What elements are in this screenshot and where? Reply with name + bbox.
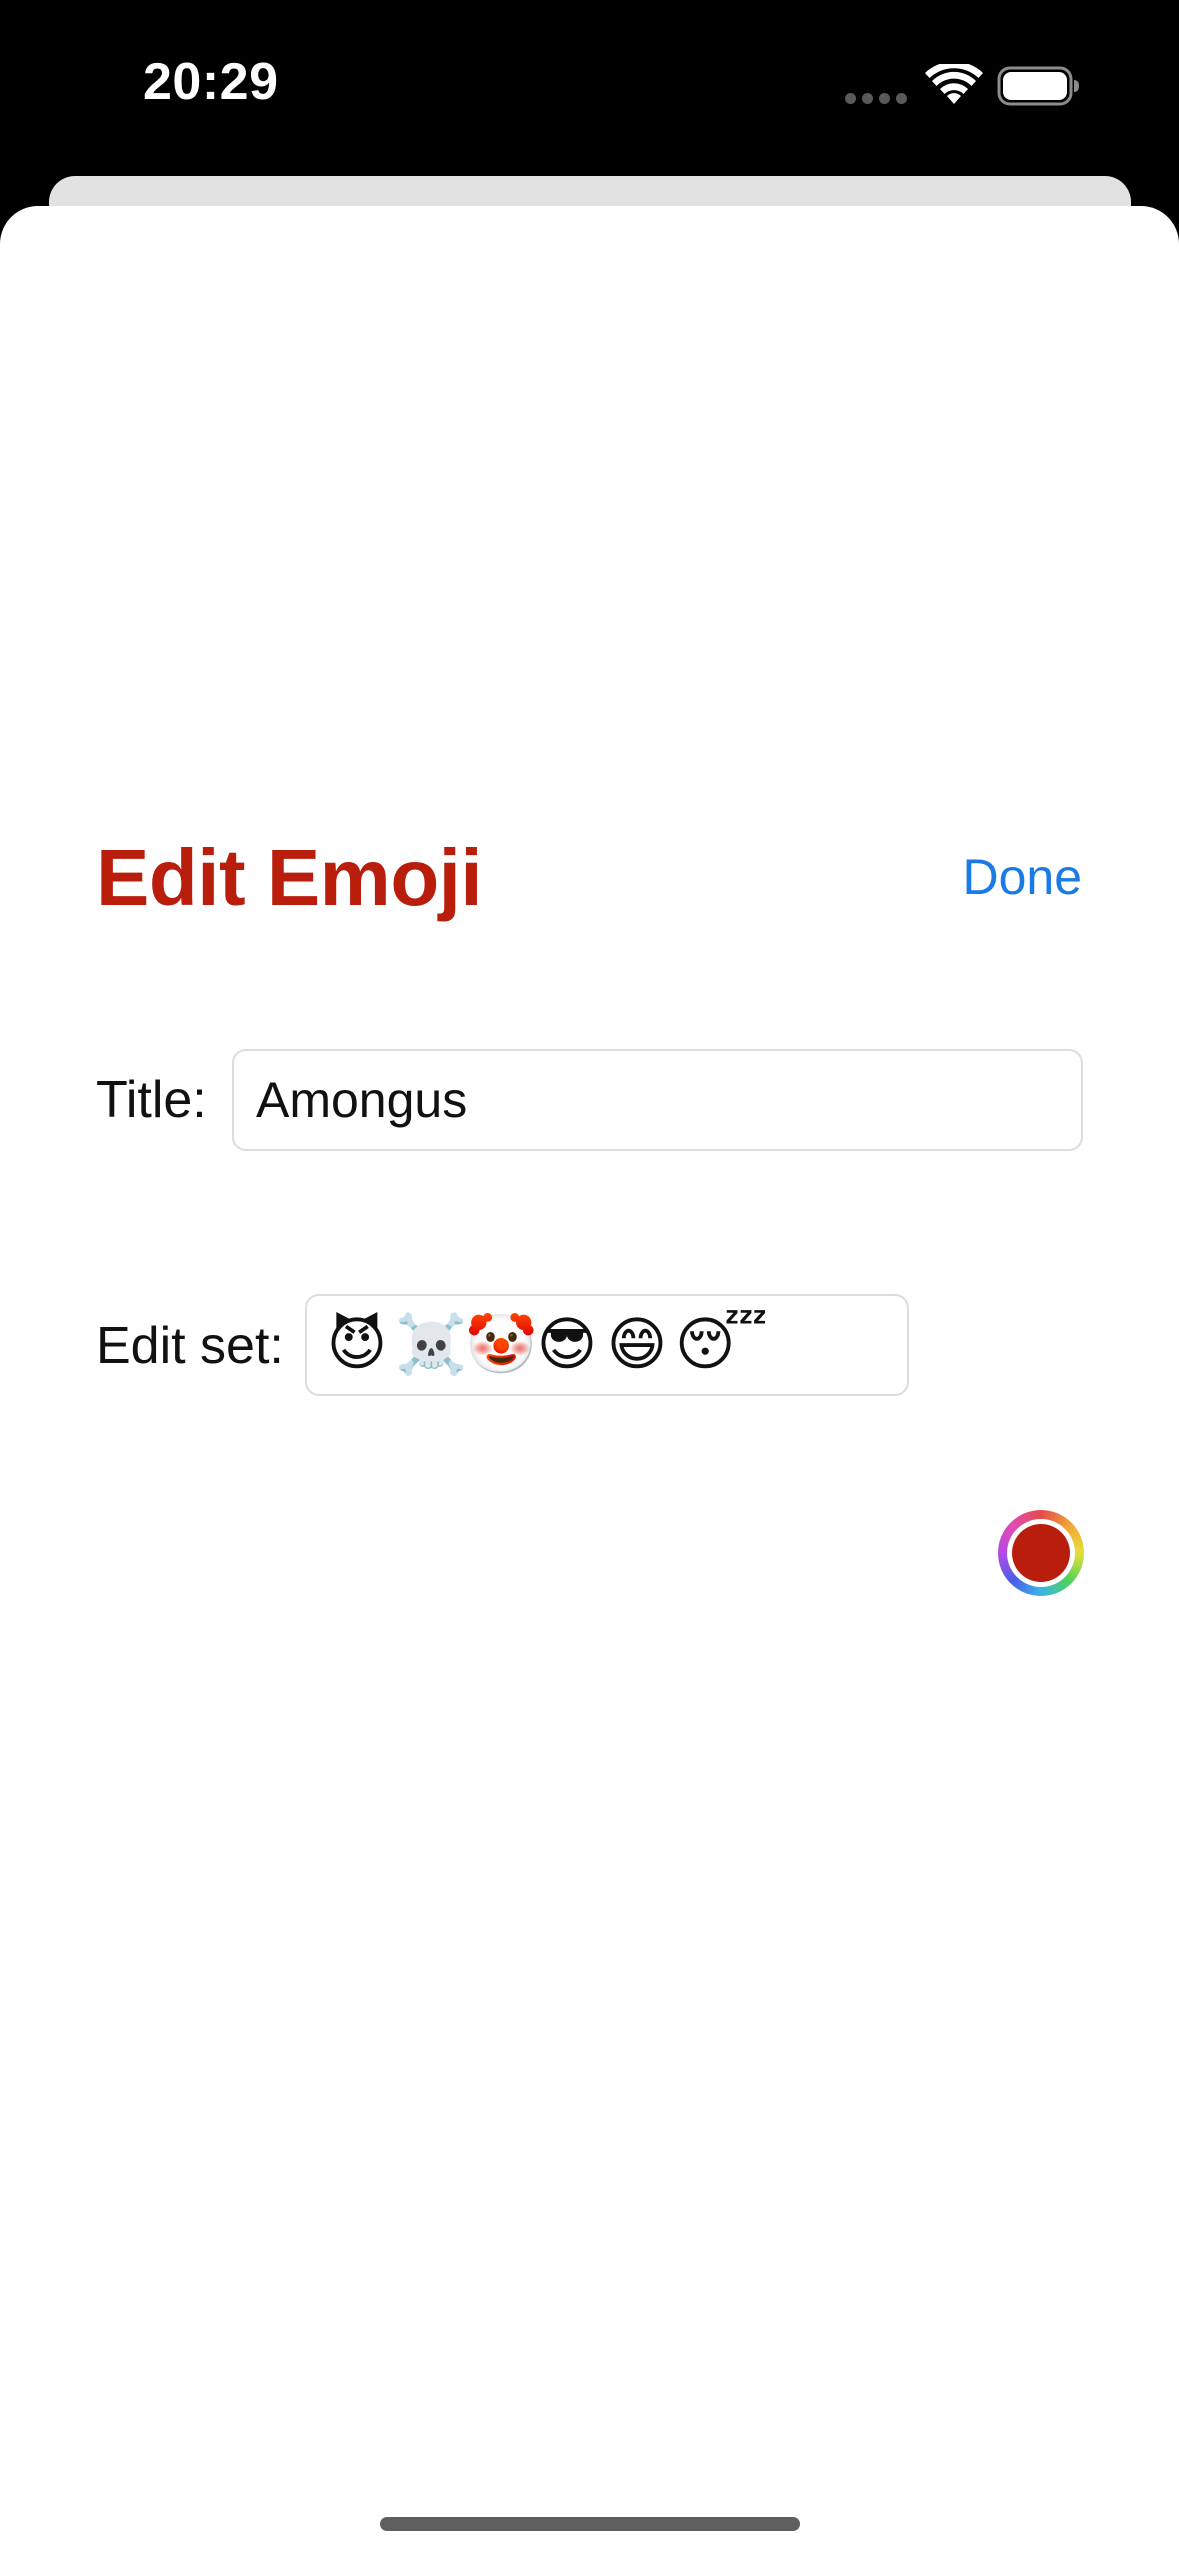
emoji-item: ☠️	[395, 1312, 468, 1377]
emoji-item: 😄	[606, 1312, 668, 1377]
status-time: 20:29	[143, 53, 279, 111]
emoji-set-field[interactable]: 😈 ☠️ 🤡 😎 😄 😴	[305, 1294, 909, 1396]
emoji-item: 😈	[326, 1312, 388, 1377]
emoji-item: 🤡	[465, 1312, 538, 1377]
color-picker-ring	[1007, 1519, 1075, 1587]
status-bar: 20:29	[0, 0, 1179, 175]
title-field[interactable]	[232, 1049, 1083, 1151]
done-button[interactable]: Done	[962, 848, 1082, 906]
home-indicator[interactable]	[380, 2517, 800, 2531]
title-label: Title:	[96, 1071, 207, 1129]
selected-color-swatch	[1012, 1524, 1070, 1582]
emoji-item: 😎	[536, 1312, 598, 1377]
wifi-icon	[925, 64, 983, 104]
page-title: Edit Emoji	[96, 833, 483, 922]
emoji-item: 😴	[675, 1312, 769, 1377]
signal-dots-icon	[845, 93, 907, 104]
edit-set-label: Edit set:	[96, 1317, 284, 1375]
battery-icon	[997, 66, 1079, 106]
screen: 20:29 Edit Emoji Done Title: Edit set: 😈…	[0, 0, 1179, 2556]
color-picker-button[interactable]	[998, 1510, 1084, 1596]
